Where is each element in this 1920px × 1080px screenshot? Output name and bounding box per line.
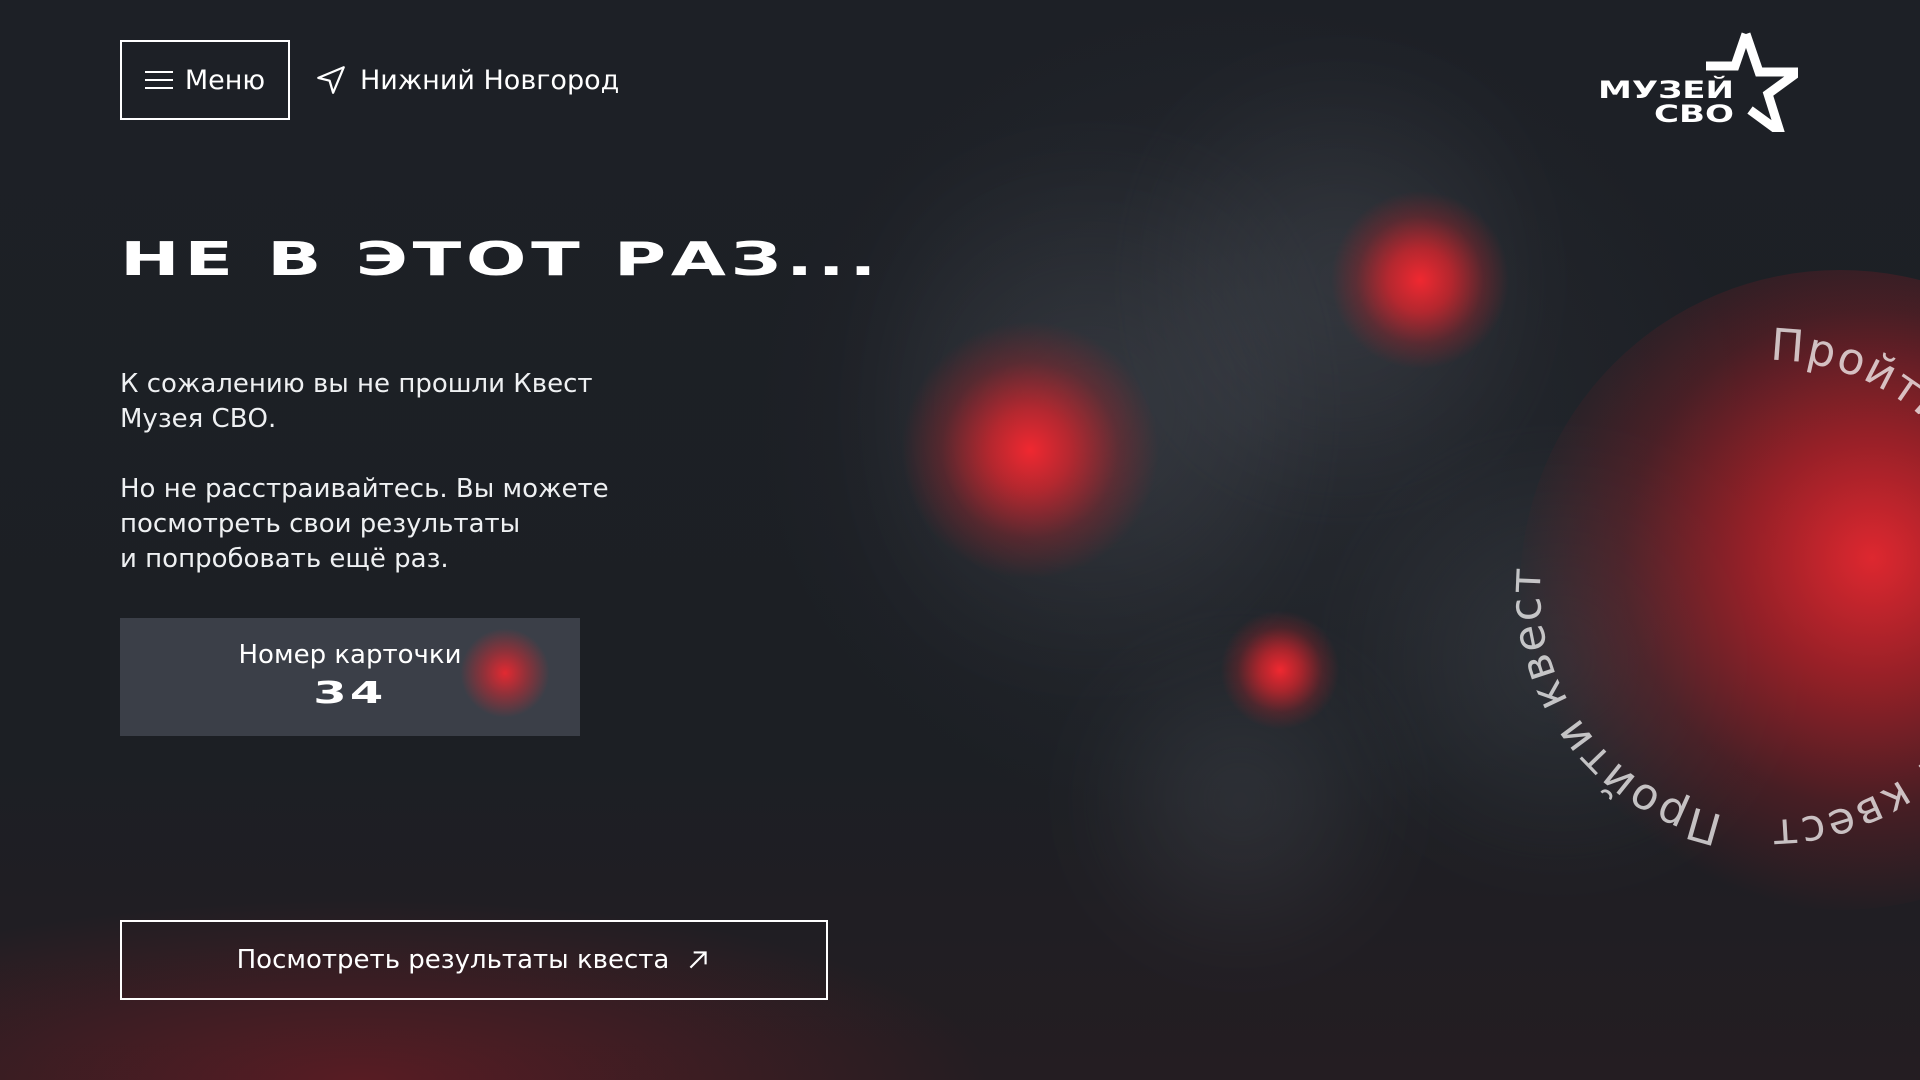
star-logo-icon: МУЗЕЙ СВО: [1598, 32, 1812, 144]
ring-text: Пройти квест: [1500, 565, 1727, 855]
navigation-arrow-icon: [317, 66, 345, 94]
start-quest-ring-button[interactable]: Пройти квест Пройти квест Пройти квест: [1490, 270, 1920, 870]
retry-message: Но не расстраивайтесь. Вы можете посмотр…: [120, 474, 609, 574]
view-results-button[interactable]: Посмотреть результаты квеста: [120, 920, 828, 1000]
card-number-panel: Номер карточки 34: [120, 618, 580, 736]
museum-logo[interactable]: МУЗЕЙ СВО: [1598, 32, 1812, 144]
red-glow-dot: [900, 320, 1160, 580]
card-number-value: 34: [313, 676, 387, 711]
svg-text:Пройти квест Пройти квес: Пройти квест Пройти квест Пройти квест: [1500, 319, 1920, 860]
page-title: НЕ В ЭТОТ РАЗ...: [120, 232, 882, 286]
arrow-up-right-icon: [690, 951, 708, 969]
view-results-label: Посмотреть результаты квеста: [236, 945, 670, 975]
ring-text: Пройти квест: [1769, 319, 1920, 568]
failure-message: К сожалению вы не прошли Квест Музея СВО…: [120, 369, 593, 434]
red-glow-dot: [1330, 190, 1510, 370]
card-number-label: Номер карточки: [238, 640, 462, 670]
location-label: Нижний Новгород: [360, 64, 620, 96]
ring-text: Пройти квест: [1769, 611, 1920, 860]
red-glow-dot: [1220, 610, 1340, 730]
location-selector[interactable]: Нижний Новгород: [314, 40, 619, 120]
menu-button[interactable]: Меню: [120, 40, 290, 120]
menu-label: Меню: [184, 64, 266, 96]
hamburger-icon: [144, 71, 173, 89]
logo-text-bottom: СВО: [1654, 100, 1734, 128]
